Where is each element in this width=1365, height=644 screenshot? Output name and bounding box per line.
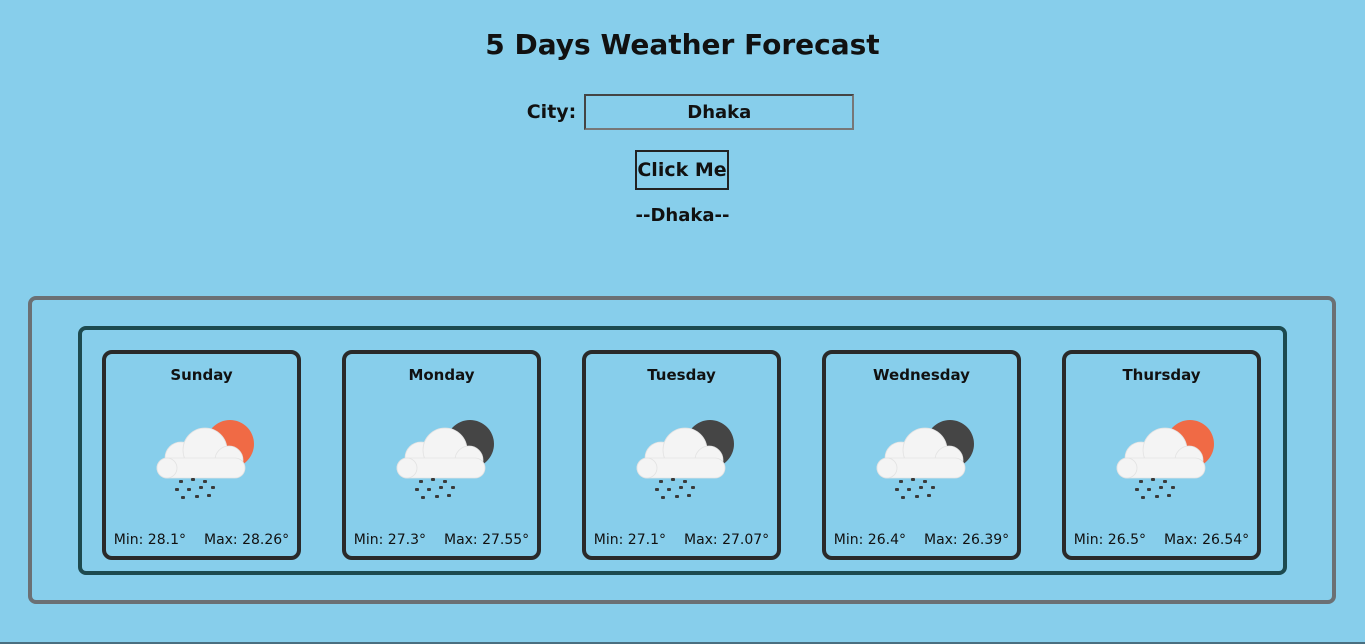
day-name: Monday: [408, 366, 475, 384]
page-title: 5 Days Weather Forecast: [485, 28, 880, 61]
min-temp: Min: 26.5°: [1073, 532, 1146, 548]
cloud-sun-snow-icon: [156, 420, 254, 499]
cloud-moon-snow-icon: [396, 420, 494, 499]
temperature-range: Min: 27.1° Max: 27.07°: [586, 531, 777, 549]
day-card: Wednesday Min: 26.4° Max: 26.39°: [822, 350, 1021, 560]
snow-shape: [655, 478, 695, 499]
cloud-moon-snow-icon: [876, 420, 974, 499]
city-label: City:: [526, 101, 577, 123]
snow-shape: [895, 478, 935, 499]
city-input[interactable]: [584, 94, 855, 130]
city-display: --Dhaka--: [635, 205, 730, 226]
temperature-range: Min: 26.4° Max: 26.39°: [826, 531, 1017, 549]
min-temp: Min: 27.3°: [353, 532, 426, 548]
click-me-button[interactable]: Click Me: [635, 150, 729, 190]
day-name: Tuesday: [647, 366, 716, 384]
city-search-row: City:: [0, 94, 1365, 130]
max-temp: Max: 26.39°: [923, 532, 1010, 548]
day-card: Sunday Min: 28.1° Max: 28.26°: [102, 350, 301, 560]
day-card: Thursday Min: 26.5° Max: 26.54°: [1062, 350, 1261, 560]
day-name: Thursday: [1122, 366, 1201, 384]
max-temp: Max: 27.55°: [443, 532, 530, 548]
snow-shape: [175, 478, 215, 499]
day-card: Tuesday Min: 27.1° Max: 27.07°: [582, 350, 781, 560]
min-temp: Min: 26.4°: [833, 532, 906, 548]
day-name: Sunday: [170, 366, 233, 384]
temperature-range: Min: 27.3° Max: 27.55°: [346, 531, 537, 549]
day-card: Monday Min: 27.3° Max: 27.55°: [342, 350, 541, 560]
snow-shape: [415, 478, 455, 499]
cloud-moon-snow-icon: [636, 420, 734, 499]
min-temp: Min: 28.1°: [113, 532, 186, 548]
max-temp: Max: 27.07°: [683, 532, 770, 548]
max-temp: Max: 26.54°: [1163, 532, 1250, 548]
cloud-sun-snow-icon: [1116, 420, 1214, 499]
temperature-range: Min: 26.5° Max: 26.54°: [1066, 531, 1257, 549]
temperature-range: Min: 28.1° Max: 28.26°: [106, 531, 297, 549]
snow-shape: [1135, 478, 1175, 499]
day-name: Wednesday: [873, 366, 970, 384]
min-temp: Min: 27.1°: [593, 532, 666, 548]
max-temp: Max: 28.26°: [203, 532, 290, 548]
